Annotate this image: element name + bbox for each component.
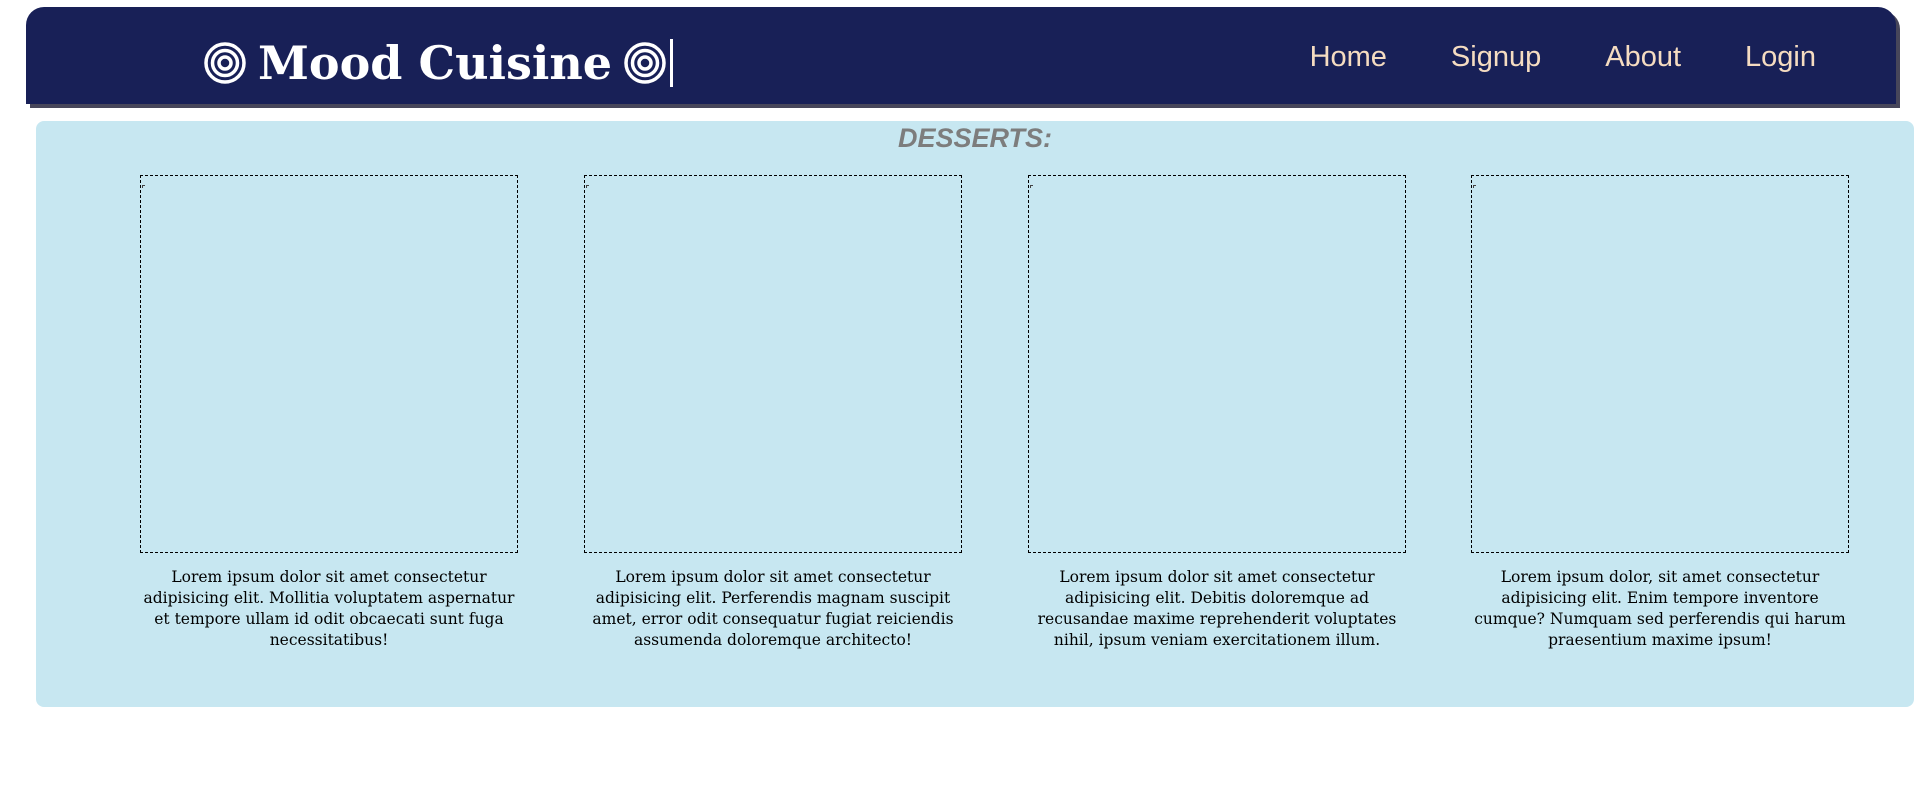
target-icon (624, 42, 666, 84)
dessert-card: Lorem ipsum dolor sit amet consectetur a… (1022, 175, 1412, 651)
dessert-image (1471, 175, 1849, 553)
broken-image-icon (142, 185, 145, 188)
nav-links: Home Signup About Login (1310, 41, 1816, 74)
dessert-card: Lorem ipsum dolor sit amet consectetur a… (578, 175, 968, 651)
dessert-image (1028, 175, 1406, 553)
dessert-description: Lorem ipsum dolor sit amet consectetur a… (1037, 568, 1397, 649)
nav-link-login[interactable]: Login (1745, 41, 1816, 74)
dessert-card: Lorem ipsum dolor sit amet consectetur a… (134, 175, 524, 651)
dessert-image (584, 175, 962, 553)
nav-link-about[interactable]: About (1605, 41, 1681, 74)
broken-image-icon (1473, 185, 1476, 188)
nav-link-home[interactable]: Home (1310, 41, 1387, 74)
navbar: Mood Cuisine Home Signup About Login (26, 7, 1896, 104)
broken-image-icon (586, 185, 589, 188)
brand-title: Mood Cuisine (258, 36, 613, 90)
target-icon (204, 42, 246, 84)
nav-link-signup[interactable]: Signup (1451, 41, 1541, 74)
broken-image-icon (1030, 185, 1033, 188)
dessert-image (140, 175, 518, 553)
dessert-card: Lorem ipsum dolor, sit amet consectetur … (1465, 175, 1855, 651)
dessert-description: Lorem ipsum dolor sit amet consectetur a… (592, 568, 954, 649)
section-title: DESSERTS: (897, 123, 1053, 153)
dessert-description: Lorem ipsum dolor sit amet consectetur a… (143, 568, 515, 649)
typing-cursor (670, 39, 674, 87)
desserts-section: DESSERTS: Lorem ipsum dolor sit amet con… (36, 121, 1914, 707)
dessert-description: Lorem ipsum dolor, sit amet consectetur … (1474, 568, 1846, 649)
brand[interactable]: Mood Cuisine (204, 33, 674, 93)
